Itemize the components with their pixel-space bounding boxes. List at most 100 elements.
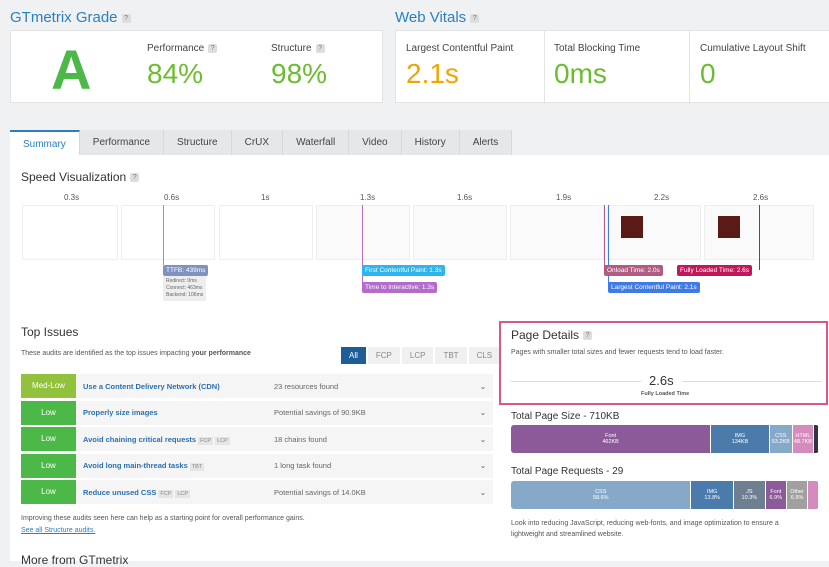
vitals-card: Largest Contentful Paint 2.1s Total Block… xyxy=(395,30,829,104)
report-tabs: Summary Performance Structure CrUX Water… xyxy=(10,130,513,155)
issue-name[interactable]: Avoid chaining critical requests xyxy=(83,435,196,444)
bar-segment: Font 462KB xyxy=(511,425,712,453)
chevron-down-icon[interactable]: ⌄ xyxy=(473,461,493,470)
severity-badge: Low xyxy=(21,453,76,478)
page-details-advice: Look into reducing JavaScript, reducing … xyxy=(511,520,779,538)
chevron-down-icon[interactable]: ⌄ xyxy=(473,488,493,497)
grade-letter: A xyxy=(51,38,92,101)
timeline-tick: 2.2s xyxy=(654,193,670,202)
top-issues-title: Top Issues xyxy=(21,325,79,339)
help-icon[interactable]: ? xyxy=(583,331,593,341)
bar-segment: JS 10.3% xyxy=(733,481,766,509)
fcp-marker: First Contentful Paint: 1.3s xyxy=(362,265,445,276)
chevron-down-icon[interactable]: ⌄ xyxy=(473,408,493,417)
page-details-box: Page Details? Pages with smaller total s… xyxy=(499,321,828,405)
severity-badge: Med-Low xyxy=(21,374,76,398)
tbt-label: Total Blocking Time xyxy=(554,43,641,54)
fully-loaded-label: Fully Loaded Time xyxy=(641,391,690,397)
structure-value: 98% xyxy=(271,58,328,89)
cls-value: 0 xyxy=(700,58,716,89)
help-icon[interactable]: ? xyxy=(315,43,325,53)
tab-waterfall[interactable]: Waterfall xyxy=(283,130,350,155)
issue-detail: 1 long task found xyxy=(274,461,332,470)
page-details-desc: Pages with smaller total sizes and fewer… xyxy=(511,349,724,356)
screenshot-thumbnail xyxy=(621,216,643,238)
timeline-tick: 0.6s xyxy=(164,193,180,202)
page-details-title: Page Details? xyxy=(511,328,593,342)
metric-tag: LCP xyxy=(175,489,191,498)
performance-label: Performance? xyxy=(147,43,218,54)
structure-label: Structure? xyxy=(271,43,327,54)
timeline-tick: 1.9s xyxy=(556,193,572,202)
issue-detail: 18 chains found xyxy=(274,434,327,444)
help-icon[interactable]: ? xyxy=(130,173,140,183)
page-size-bar: Font 462KB IMG 134KB CSS 53.2KB HTML 48.7KB xyxy=(511,425,819,453)
severity-badge: Low xyxy=(21,427,76,451)
top-issues-desc: These audits are identified as the top i… xyxy=(21,350,251,357)
tab-video[interactable]: Video xyxy=(349,130,402,155)
tab-summary[interactable]: Summary xyxy=(10,130,80,155)
issues-footer: Improving these audits seen here can hel… xyxy=(21,515,305,522)
timeline-tick: 1s xyxy=(261,193,270,202)
tab-performance[interactable]: Performance xyxy=(79,130,165,155)
bar-segment: CSS 58.6% xyxy=(511,481,692,509)
metric-tag: FCP xyxy=(158,489,174,498)
speed-title: Speed Visualization? xyxy=(21,170,140,184)
issue-row[interactable]: Low Properly size images Potential savings… xyxy=(21,400,493,425)
fully-loaded-value: 2.6s xyxy=(641,373,682,388)
tbt-value: 0ms xyxy=(554,58,607,89)
bar-segment xyxy=(808,481,819,509)
issue-filters: All FCP LCP TBT CLS xyxy=(341,347,501,364)
page-size-title: Total Page Size - 710KB xyxy=(511,411,620,422)
issue-name[interactable]: Properly size images xyxy=(83,408,158,417)
timeline-tick: 1.6s xyxy=(457,193,473,202)
more-title: More from GTmetrix xyxy=(21,553,129,567)
grade-title: GTmetrix Grade? xyxy=(10,9,131,26)
issue-name[interactable]: Avoid long main-thread tasks xyxy=(83,461,188,470)
issue-detail: 23 resources found xyxy=(274,381,339,391)
ttfb-details: Redirect: 0ms Connect: 463ms Backend: 106m… xyxy=(163,276,207,301)
issue-name[interactable]: Use a Content Delivery Network (CDN) xyxy=(83,382,220,391)
lcp-marker: Largest Contentful Paint: 2.1s xyxy=(608,282,700,293)
filter-fcp[interactable]: FCP xyxy=(367,347,400,364)
help-icon[interactable]: ? xyxy=(470,13,480,23)
issue-row[interactable]: Low Avoid long main-thread tasks TBT 1 long… xyxy=(21,453,493,478)
metric-tag: LCP xyxy=(215,436,230,445)
tab-crux[interactable]: CrUX xyxy=(231,130,284,155)
tti-marker: Time to Interactive: 1.3s xyxy=(362,282,438,293)
metric-tag: TBT xyxy=(189,463,205,471)
lcp-value: 2.1s xyxy=(406,58,459,89)
tab-structure[interactable]: Structure xyxy=(164,130,232,155)
issue-row[interactable]: Low Reduce unused CSS FCP LCP Potential savi… xyxy=(21,480,493,504)
filter-cls[interactable]: CLS xyxy=(468,347,501,364)
filter-lcp[interactable]: LCP xyxy=(401,347,434,364)
chevron-down-icon[interactable]: ⌄ xyxy=(473,382,493,391)
chevron-down-icon[interactable]: ⌄ xyxy=(473,435,493,444)
timeline-tick: 0.3s xyxy=(64,193,80,202)
timeline-tick: 1.3s xyxy=(360,193,376,202)
bar-segment: IMG 134KB xyxy=(711,425,770,453)
issue-row[interactable]: Low Avoid chaining critical requests FCP LC… xyxy=(21,427,493,451)
filter-all[interactable]: All xyxy=(341,347,366,364)
issue-detail: Potential savings of 90.9KB xyxy=(274,408,366,417)
tab-alerts[interactable]: Alerts xyxy=(459,130,513,155)
filter-tbt[interactable]: TBT xyxy=(435,347,467,364)
help-icon[interactable]: ? xyxy=(208,43,218,53)
bar-segment xyxy=(814,425,819,453)
vitals-title: Web Vitals? xyxy=(395,9,480,26)
page-requests-bar: CSS 58.6% IMG 13.8% JS 10.3% Font 6.9% Other 6.9% xyxy=(511,481,819,509)
severity-badge: Low xyxy=(21,480,76,504)
performance-value: 84% xyxy=(147,58,204,89)
timeline-tick: 2.6s xyxy=(753,193,769,202)
lcp-label: Largest Contentful Paint xyxy=(406,43,514,54)
bar-segment: IMG 13.8% xyxy=(691,481,734,509)
issue-row[interactable]: Med-Low Use a Content Delivery Network (C… xyxy=(21,374,493,398)
severity-badge: Low xyxy=(21,400,76,425)
cls-label: Cumulative Layout Shift xyxy=(700,43,806,54)
tab-history[interactable]: History xyxy=(401,130,460,155)
ttfb-marker: TTFB: 439ms xyxy=(163,265,209,276)
structure-audits-link[interactable]: See all Structure audits. xyxy=(21,527,95,534)
grade-card: A Performance? 84% Structure? 98% xyxy=(10,30,383,103)
issue-name[interactable]: Reduce unused CSS xyxy=(83,488,156,497)
help-icon[interactable]: ? xyxy=(121,13,131,23)
